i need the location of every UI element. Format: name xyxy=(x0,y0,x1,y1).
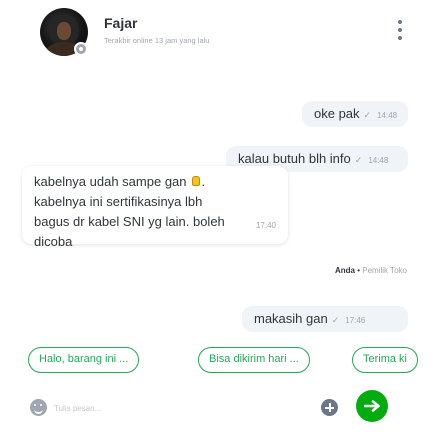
message-bubble-incoming: kabelnya udah sampe gan. kabelnya ini se… xyxy=(22,166,288,249)
sender-role: Pemilik Toko xyxy=(362,266,407,275)
quick-reply-chip[interactable]: Bisa dikirim hari ... xyxy=(198,347,310,373)
message-text: oke pak xyxy=(314,106,360,121)
thumbs-up-icon xyxy=(190,174,202,188)
message-text: kalau butuh blh info xyxy=(238,151,351,166)
quick-reply-chip[interactable]: Terima ki xyxy=(352,347,419,373)
status-dot-icon xyxy=(74,42,88,56)
send-button[interactable] xyxy=(356,390,388,422)
message-bubble-outgoing: makasih gan ✓ 17:46 xyxy=(242,306,408,332)
message-line: kabelnya udah sampe gan. xyxy=(34,174,206,189)
message-time: 17:46 xyxy=(345,316,366,325)
message-text: makasih gan xyxy=(254,311,328,326)
message-bubble-outgoing: oke pak ✓ 14:48 xyxy=(302,101,408,127)
check-icon: ✓ xyxy=(363,110,372,120)
quick-reply-chip[interactable]: Halo, barang ini ... xyxy=(28,347,140,373)
sender-separator: • xyxy=(357,266,360,275)
smiley-icon[interactable] xyxy=(30,399,47,416)
check-icon: ✓ xyxy=(331,315,340,325)
message-line: bagus dr kabel SNI yg lain. boleh xyxy=(34,214,225,229)
sender-label: Anda • Pemilik Toko xyxy=(335,266,407,275)
plus-circle-icon[interactable] xyxy=(321,399,338,416)
message-time: 14:48 xyxy=(368,156,389,165)
message-time: 17:40 xyxy=(255,221,276,230)
message-line: dicoba xyxy=(34,234,73,249)
kebab-menu-icon[interactable] xyxy=(395,18,405,42)
contact-name[interactable]: Fajar xyxy=(104,15,137,31)
last-online-status: Terakhir online 13 jam yang lalu xyxy=(104,36,210,45)
sender-name: Anda xyxy=(334,266,355,275)
message-composer xyxy=(0,385,437,437)
chat-header: Fajar Terakhir online 13 jam yang lalu xyxy=(0,0,437,62)
message-time: 14:48 xyxy=(377,111,398,120)
check-icon: ✓ xyxy=(354,155,363,165)
message-line: kabelnya ini sertifikasinya lbh xyxy=(34,194,203,209)
quick-reply-bar: Halo, barang ini ... Bisa dikirim hari .… xyxy=(0,347,437,375)
send-arrow-icon xyxy=(364,400,380,412)
message-input[interactable] xyxy=(54,397,304,419)
